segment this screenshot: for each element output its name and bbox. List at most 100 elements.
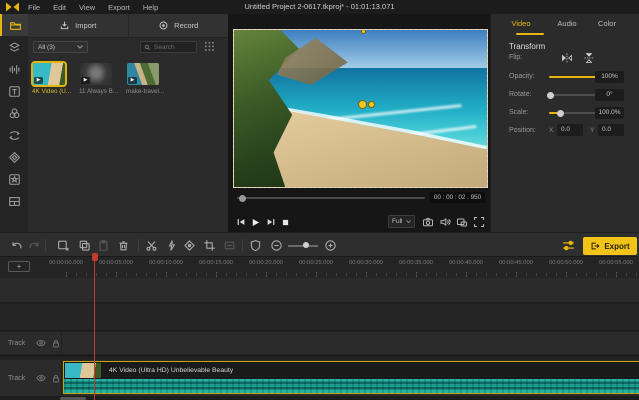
tab-audio[interactable]: Audio [549, 19, 585, 33]
flip-vertical-button[interactable] [583, 52, 595, 64]
rail-stock-tab[interactable] [0, 36, 28, 58]
timeline-zoom-out-button[interactable] [270, 239, 283, 252]
opacity-value[interactable]: 100% [595, 71, 624, 83]
preview-video-canvas[interactable] [233, 29, 488, 188]
timeline-settings-button[interactable] [561, 238, 576, 253]
paste-button[interactable] [97, 239, 110, 252]
search-input[interactable] [154, 44, 194, 51]
export-button[interactable]: Export [583, 237, 637, 255]
preview-zoom-dropdown[interactable]: Full [388, 215, 415, 228]
rail-text-tab[interactable] [0, 80, 28, 102]
eye-icon[interactable] [36, 374, 46, 382]
timeline-horizontal-scrollbar[interactable] [0, 396, 639, 400]
track-1-header: Track [0, 332, 62, 354]
seek-slider[interactable] [237, 197, 425, 199]
copy-button[interactable] [78, 239, 91, 252]
tab-color[interactable]: Color [589, 19, 625, 33]
record-button[interactable]: Record [129, 14, 229, 37]
play-button[interactable] [249, 216, 262, 228]
transition-arrows-icon [8, 129, 21, 142]
rail-transitions-tab[interactable] [0, 124, 28, 146]
media-item-3-thumbnail[interactable]: ▶ [127, 63, 159, 85]
rail-audio-tab[interactable] [0, 58, 28, 80]
media-topbar: Import Record [28, 14, 228, 38]
volume-button[interactable] [439, 216, 451, 228]
menu-export[interactable]: Export [108, 3, 130, 12]
redo-button[interactable] [28, 239, 41, 252]
tab-video[interactable]: Video [501, 19, 541, 33]
lock-icon[interactable] [52, 339, 60, 348]
track-2-label: Track [8, 375, 30, 382]
menu-view[interactable]: View [79, 3, 95, 12]
media-item-1-label: 4K Video (U... [32, 88, 76, 95]
rail-effects-tab[interactable] [0, 146, 28, 168]
undo-button[interactable] [10, 239, 23, 252]
media-search-box [140, 41, 197, 53]
track-row-1[interactable]: Track [0, 332, 639, 357]
menu-edit[interactable]: Edit [53, 3, 66, 12]
search-icon [144, 44, 151, 51]
keyframe-button[interactable] [183, 239, 196, 252]
import-button[interactable]: Import [28, 14, 129, 37]
snap-button[interactable] [249, 239, 262, 252]
position-y-value[interactable]: 0.0 [598, 124, 624, 136]
timeline-empty-lane-2[interactable] [0, 304, 639, 331]
star-box-icon [8, 173, 21, 186]
freeze-frame-button[interactable] [165, 239, 178, 252]
scale-knob[interactable] [557, 110, 564, 117]
stop-button[interactable] [279, 216, 292, 228]
media-item-2-thumbnail[interactable]: ▶ [80, 63, 112, 85]
layers-icon [8, 41, 21, 54]
rail-media-tab[interactable] [0, 14, 28, 36]
select-clip-button[interactable] [57, 239, 70, 252]
scrollbar-thumb[interactable] [60, 397, 86, 400]
audio-wave-icon [8, 63, 21, 76]
timeline-zoom-in-button[interactable] [324, 239, 337, 252]
position-label: Position: [509, 127, 536, 134]
text-icon [8, 85, 21, 98]
flip-horizontal-button[interactable] [561, 52, 573, 64]
seek-knob[interactable] [239, 195, 246, 202]
lock-icon[interactable] [52, 374, 60, 383]
rotate-knob[interactable] [547, 92, 554, 99]
timeline-zoom-slider[interactable] [288, 245, 318, 247]
pip-preview-button[interactable] [456, 216, 468, 228]
track-row-2[interactable]: Track 4K Video (Ultra HD) Unbelievable B… [0, 360, 639, 396]
rail-elements-tab[interactable] [0, 168, 28, 190]
import-icon [59, 20, 70, 31]
scale-value[interactable]: 100.0% [595, 107, 624, 119]
transform-center-handle[interactable] [368, 101, 375, 108]
opacity-label: Opacity: [509, 73, 535, 80]
export-icon [590, 241, 600, 251]
clip-audio-waveform [64, 379, 639, 393]
timeline-zoom-knob[interactable] [303, 242, 309, 248]
export-frame-button[interactable] [223, 239, 236, 252]
playhead-handle[interactable] [92, 253, 98, 261]
position-x-value[interactable]: 0.0 [557, 124, 583, 136]
eye-icon[interactable] [36, 339, 46, 347]
media-item-1-thumbnail[interactable]: ▶ [33, 63, 65, 85]
media-filter-dropdown[interactable]: All (3) [33, 41, 88, 53]
playhead[interactable] [94, 255, 95, 400]
grid-view-button[interactable] [205, 42, 214, 51]
transform-top-handle[interactable] [361, 29, 366, 34]
scale-label: Scale: [509, 109, 528, 116]
rail-split-screen-tab[interactable] [0, 190, 28, 212]
menu-file[interactable]: File [28, 3, 40, 12]
menu-help[interactable]: Help [143, 3, 158, 12]
rail-filters-tab[interactable] [0, 102, 28, 124]
next-frame-button[interactable] [264, 216, 277, 228]
fullscreen-button[interactable] [473, 216, 485, 228]
folder-icon [9, 19, 22, 32]
prev-frame-button[interactable] [234, 216, 247, 228]
delete-button[interactable] [117, 239, 130, 252]
crop-button[interactable] [203, 239, 216, 252]
timeline-empty-lane-1[interactable] [0, 278, 639, 303]
transform-rotate-handle[interactable] [358, 100, 367, 109]
rotate-value[interactable]: 0° [595, 89, 624, 101]
timeline-clip[interactable]: 4K Video (Ultra HD) Unbelievable Beauty [63, 361, 639, 394]
snapshot-button[interactable] [422, 216, 434, 228]
split-scissors-button[interactable] [145, 239, 158, 252]
position-y-label: Y [590, 127, 594, 134]
timeline-ruler[interactable]: + 00:00:00.000 00:00:05.000 00:00:10.000… [0, 258, 639, 278]
